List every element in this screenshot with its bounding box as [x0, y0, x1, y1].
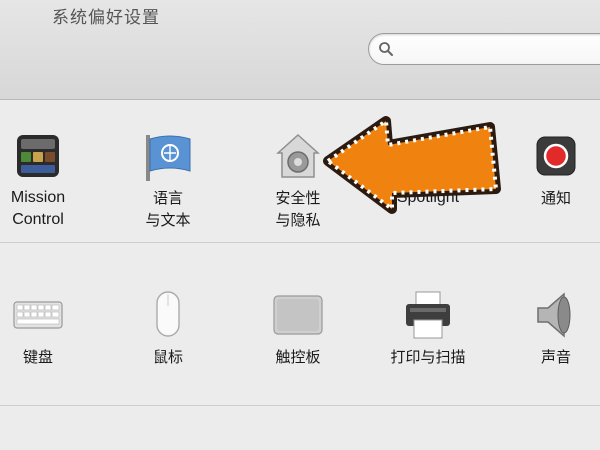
mouse-icon [142, 290, 194, 342]
mission-control-icon [12, 131, 64, 183]
pane-mission-control[interactable]: Mission Control [0, 131, 84, 231]
security-house-icon [272, 131, 324, 183]
keyboard-icon [12, 290, 64, 342]
pane-label: 鼠标 [152, 348, 183, 366]
trackpad-icon [272, 290, 324, 342]
pane-trackpad[interactable]: 触控板 [252, 290, 344, 368]
pane-mouse[interactable]: 鼠标 [122, 290, 214, 368]
window-toolbar: 系统偏好设置 [0, 0, 600, 100]
preferences-row-1: Mission Control 语言 与文本 安全性 与隐私 Spotlight… [0, 101, 600, 243]
pane-label: 打印与扫描 [390, 348, 466, 366]
pane-label: 通知 [540, 189, 571, 207]
language-flag-icon [142, 131, 194, 183]
pane-label: 触控板 [275, 348, 321, 366]
search-input[interactable] [399, 39, 599, 59]
pane-print-scan[interactable]: 打印与扫描 [382, 290, 474, 368]
search-icon [379, 42, 393, 56]
notification-icon [530, 131, 582, 183]
search-field[interactable] [368, 33, 600, 65]
speaker-icon [530, 290, 582, 342]
pane-language-text[interactable]: 语言 与文本 [122, 131, 214, 231]
window-title: 系统偏好设置 [52, 8, 160, 28]
pane-label: 语言 与文本 [145, 189, 191, 229]
pane-notifications[interactable]: 通知 [510, 131, 600, 209]
pane-keyboard[interactable]: 键盘 [0, 290, 84, 368]
pane-sound[interactable]: 声音 [510, 290, 600, 368]
annotation-arrow [323, 116, 501, 214]
pane-label: 键盘 [22, 348, 53, 366]
pane-label: 声音 [540, 348, 571, 366]
pane-label: Mission Control [10, 189, 66, 228]
preferences-row-2: 键盘 鼠标 触控板 打印与扫描 声音 [0, 244, 600, 406]
printer-icon [402, 290, 454, 342]
